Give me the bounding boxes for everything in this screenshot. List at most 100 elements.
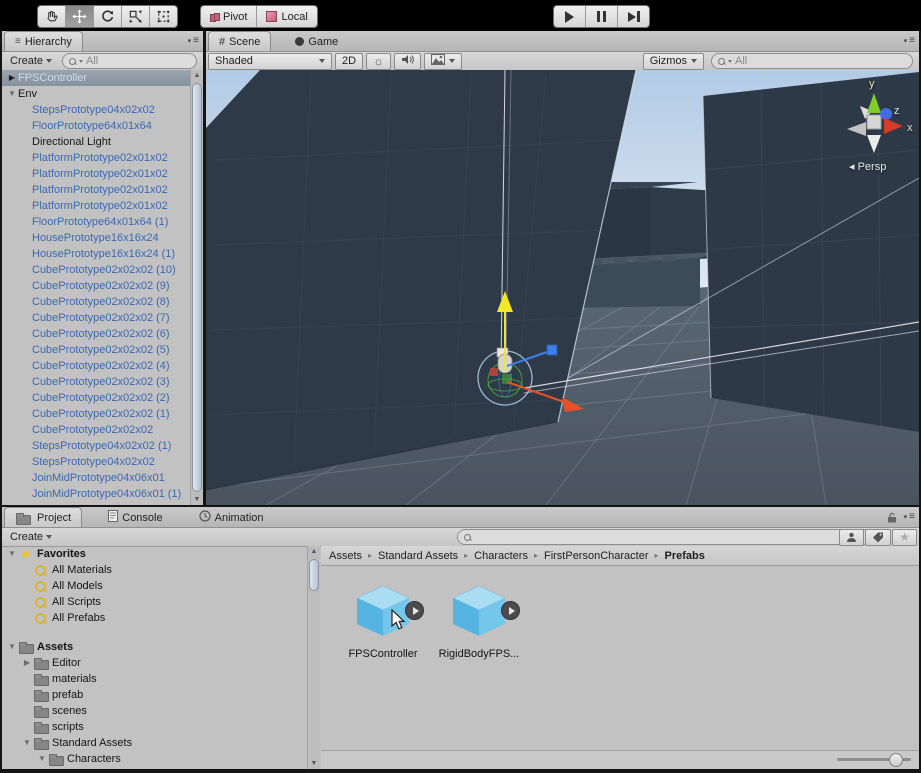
scroll-up-icon[interactable]: ▲ (191, 72, 203, 79)
hierarchy-item[interactable]: CubePrototype02x02x02 (7) (2, 310, 191, 326)
hierarchy-panel-menu[interactable]: ▾≡ (188, 36, 200, 46)
expand-arrow-icon[interactable]: ▼ (6, 546, 18, 562)
gizmos-dropdown[interactable]: Gizmos (643, 53, 704, 70)
move-tool-button[interactable] (66, 6, 94, 27)
hierarchy-item[interactable]: PlatformPrototype02x01x02 (2, 166, 191, 182)
scene-viewport[interactable]: y z x ◂ Persp (206, 70, 919, 505)
hierarchy-item[interactable]: StepsPrototype04x02x02 (2, 102, 191, 118)
hierarchy-item[interactable]: HousePrototype16x16x24 (1) (2, 246, 191, 262)
breadcrumb-item[interactable]: Assets (329, 550, 362, 562)
project-create-dropdown[interactable]: Create (4, 529, 58, 545)
tree-scrollbar-thumb[interactable] (309, 559, 319, 591)
hierarchy-item[interactable]: CubePrototype02x02x02 (3) (2, 374, 191, 390)
tab-animation[interactable]: Animation (189, 508, 274, 527)
hierarchy-item[interactable]: CubePrototype02x02x02 (1) (2, 406, 191, 422)
scroll-down-icon[interactable]: ▼ (308, 760, 320, 767)
tab-console[interactable]: Console (98, 508, 172, 527)
hierarchy-item[interactable]: CubePrototype02x02x02 (2, 422, 191, 438)
lock-button[interactable] (887, 512, 897, 523)
tab-scene[interactable]: # Scene (208, 31, 271, 51)
play-button[interactable] (554, 6, 586, 27)
hierarchy-item[interactable]: FloorPrototype64x01x64 (1) (2, 214, 191, 230)
save-search-button[interactable]: ★ (892, 529, 917, 546)
expand-arrow-icon[interactable]: ▶ (21, 655, 33, 671)
scene-lighting-button[interactable]: ☼ (366, 53, 391, 70)
expand-arrow-icon[interactable]: ▼ (21, 735, 33, 751)
breadcrumb-item[interactable]: Characters (474, 550, 528, 562)
prefab-expand-button[interactable] (501, 601, 520, 620)
tab-game[interactable]: Game (285, 32, 348, 51)
hierarchy-item[interactable]: CubePrototype02x02x02 (2) (2, 390, 191, 406)
hierarchy-item[interactable]: CubePrototype02x02x02 (8) (2, 294, 191, 310)
scroll-up-icon[interactable]: ▲ (308, 548, 320, 555)
tree-item-scripts[interactable]: scripts (2, 719, 320, 735)
pivot-toggle-button[interactable]: Pivot (201, 6, 257, 27)
asset-item[interactable]: FPSController (345, 585, 421, 660)
tree-item-all-materials[interactable]: All Materials (2, 562, 320, 578)
hierarchy-item[interactable]: CubePrototype02x02x02 (10) (2, 262, 191, 278)
breadcrumb-item[interactable]: Standard Assets (378, 550, 458, 562)
expand-arrow-icon[interactable]: ▶ (6, 70, 18, 86)
hierarchy-search-input[interactable]: All (62, 53, 197, 69)
hierarchy-item[interactable]: CubePrototype02x02x02 (9) (2, 278, 191, 294)
scale-tool-button[interactable] (122, 6, 150, 27)
search-by-type-button[interactable] (839, 529, 864, 546)
local-toggle-button[interactable]: Local (257, 6, 316, 27)
hierarchy-item[interactable]: Directional Light (2, 134, 191, 150)
prefab-expand-button[interactable] (405, 601, 424, 620)
tab-hierarchy[interactable]: ≡ Hierarchy (4, 31, 83, 51)
shading-mode-dropdown[interactable]: Shaded (208, 53, 332, 70)
hierarchy-item[interactable]: FloorPrototype64x01x64 (2, 118, 191, 134)
breadcrumb-item[interactable]: FirstPersonCharacter (544, 550, 649, 562)
hierarchy-scrollbar[interactable]: ▲ ▼ (190, 70, 203, 505)
breadcrumb-item[interactable]: Prefabs (665, 550, 705, 562)
hierarchy-item[interactable]: JoinMidPrototype04x06x01 (2, 470, 191, 486)
tree-item-prefab[interactable]: prefab (2, 687, 320, 703)
hierarchy-item[interactable]: CubePrototype02x02x02 (6) (2, 326, 191, 342)
hierarchy-item[interactable]: HousePrototype16x16x24 (2, 230, 191, 246)
expand-arrow-icon[interactable]: ▼ (6, 86, 18, 102)
tab-project[interactable]: Project (4, 507, 82, 527)
hierarchy-item[interactable]: PlatformPrototype02x01x02 (2, 182, 191, 198)
project-search-input[interactable] (457, 529, 871, 545)
hierarchy-item[interactable]: CubePrototype02x02x02 (5) (2, 342, 191, 358)
project-panel-menu[interactable]: ▾≡ (904, 512, 916, 522)
step-button[interactable] (618, 6, 649, 27)
hierarchy-create-dropdown[interactable]: Create (4, 53, 58, 69)
scene-audio-button[interactable] (394, 53, 421, 70)
hierarchy-item[interactable]: PlatformPrototype02x01x02 (2, 150, 191, 166)
tree-item-favorites[interactable]: ▼★Favorites (2, 546, 320, 562)
hierarchy-scrollbar-thumb[interactable] (192, 83, 202, 492)
tree-item-editor[interactable]: ▶Editor (2, 655, 320, 671)
hierarchy-item[interactable]: PlatformPrototype02x01x02 (2, 198, 191, 214)
scene-search-input[interactable]: All (711, 53, 913, 69)
hierarchy-item[interactable]: JoinMidPrototype04x06x01 (1) (2, 486, 191, 502)
scene-effects-dropdown[interactable] (424, 53, 462, 70)
zoom-slider-knob[interactable] (889, 753, 903, 767)
hierarchy-item[interactable]: CubePrototype02x02x02 (4) (2, 358, 191, 374)
tree-item-scenes[interactable]: scenes (2, 703, 320, 719)
tree-item-materials[interactable]: materials (2, 671, 320, 687)
tree-item-standard-assets[interactable]: ▼Standard Assets (2, 735, 320, 751)
hand-tool-button[interactable] (38, 6, 66, 27)
tree-item-all-models[interactable]: All Models (2, 578, 320, 594)
search-by-label-button[interactable] (865, 529, 891, 546)
expand-arrow-icon[interactable]: ▼ (6, 639, 18, 655)
tree-item-assets[interactable]: ▼Assets (2, 639, 320, 655)
tree-item-all-scripts[interactable]: All Scripts (2, 594, 320, 610)
rotate-tool-button[interactable] (94, 6, 122, 27)
scroll-down-icon[interactable]: ▼ (191, 496, 203, 503)
tree-item-all-prefabs[interactable]: All Prefabs (2, 610, 320, 626)
2d-toggle-button[interactable]: 2D (335, 53, 363, 70)
scene-panel-menu[interactable]: ▾≡ (904, 36, 916, 46)
hierarchy-item[interactable]: ▶FPSController (2, 70, 191, 86)
pause-button[interactable] (586, 6, 618, 27)
asset-item[interactable]: RigidBodyFPS... (441, 585, 517, 660)
tree-item-characters[interactable]: ▼Characters (2, 751, 320, 767)
tree-scrollbar[interactable]: ▲ ▼ (307, 546, 320, 769)
rect-tool-button[interactable] (150, 6, 177, 27)
thumbnail-zoom-slider[interactable] (837, 758, 911, 761)
hierarchy-item[interactable]: ▼Env (2, 86, 191, 102)
hierarchy-item[interactable]: StepsPrototype04x02x02 (2, 454, 191, 470)
projection-toggle[interactable]: ◂ Persp (849, 160, 886, 173)
